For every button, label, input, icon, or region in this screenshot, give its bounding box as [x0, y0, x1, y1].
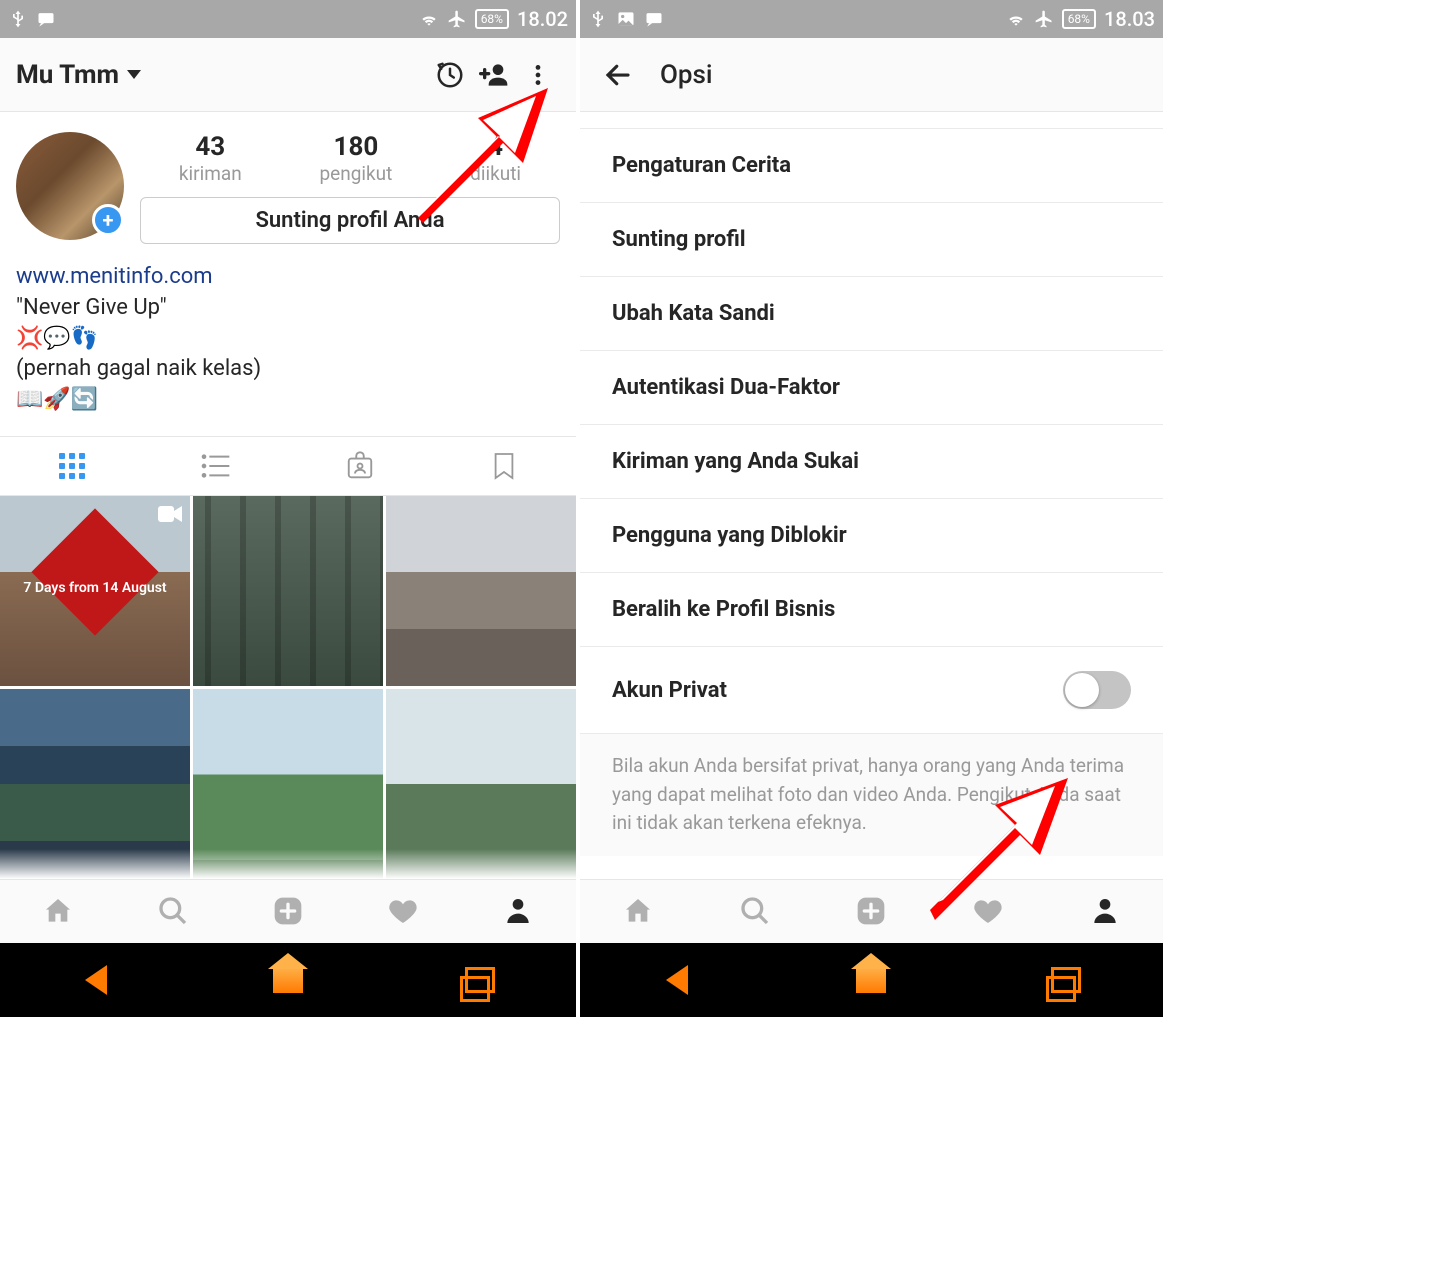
status-bar: 68% 18.02 [0, 0, 576, 38]
add-friend-icon[interactable] [472, 53, 516, 97]
tab-add[interactable] [230, 880, 345, 943]
tab-search[interactable] [697, 880, 814, 943]
more-menu-icon[interactable] [516, 53, 560, 97]
android-navbar [0, 943, 576, 1017]
airplane-icon [1034, 9, 1054, 29]
tagged-icon [345, 451, 375, 481]
nav-back[interactable] [580, 943, 774, 1017]
option-liked-posts[interactable]: Kiriman yang Anda Sukai [580, 425, 1163, 499]
option-business-profile[interactable]: Beralih ke Profil Bisnis [580, 573, 1163, 647]
photo-grid: 7 Days from 14 August [0, 496, 576, 879]
bbm-icon [644, 9, 664, 29]
tab-profile[interactable] [1046, 880, 1163, 943]
grid-icon [59, 453, 85, 479]
wifi-icon [1006, 9, 1026, 29]
archive-icon[interactable] [428, 53, 472, 97]
post-thumbnail[interactable] [193, 496, 383, 686]
tab-list[interactable] [144, 437, 288, 495]
post-thumbnail[interactable] [386, 496, 576, 686]
wifi-icon [419, 9, 439, 29]
option-story-settings[interactable]: Pengaturan Cerita [580, 128, 1163, 203]
tab-activity[interactable] [930, 880, 1047, 943]
add-story-badge[interactable]: + [92, 204, 124, 236]
option-two-factor[interactable]: Autentikasi Dua-Faktor [580, 351, 1163, 425]
stat-posts[interactable]: 43 kiriman [179, 132, 242, 185]
tab-home[interactable] [580, 880, 697, 943]
back-button[interactable] [596, 53, 640, 97]
airplane-icon [447, 9, 467, 29]
tab-home[interactable] [0, 880, 115, 943]
nav-home[interactable] [192, 943, 384, 1017]
bottom-tabbar [0, 879, 576, 943]
option-private-account: Akun Privat [580, 647, 1163, 734]
page-title: Opsi [660, 60, 713, 90]
tab-activity[interactable] [346, 880, 461, 943]
option-blocked-users[interactable]: Pengguna yang Diblokir [580, 499, 1163, 573]
nav-back[interactable] [0, 943, 192, 1017]
tab-add[interactable] [813, 880, 930, 943]
bottom-tabbar [580, 879, 1163, 943]
option-edit-profile[interactable]: Sunting profil [580, 203, 1163, 277]
usb-icon [8, 9, 28, 29]
tab-tagged[interactable] [288, 437, 432, 495]
stat-following[interactable]: 4 diikuti [470, 132, 521, 185]
phone-right-options: 68% 18.03 Opsi Pengaturan Cerita Sunting… [580, 0, 1163, 1017]
chevron-down-icon [127, 70, 141, 79]
private-account-toggle[interactable] [1063, 671, 1131, 709]
edit-profile-button[interactable]: Sunting profil Anda [140, 197, 560, 244]
bio-section: www.menitinfo.com "Never Give Up" 💢💬👣 (p… [0, 254, 576, 436]
clock: 18.03 [1104, 7, 1155, 31]
username-dropdown[interactable]: Mu Tmm [16, 60, 141, 90]
battery-indicator: 68% [475, 9, 509, 29]
tab-saved[interactable] [432, 437, 576, 495]
clock: 18.02 [517, 7, 568, 31]
status-bar: 68% 18.03 [580, 0, 1163, 38]
nav-recent[interactable] [969, 943, 1163, 1017]
options-toolbar: Opsi [580, 38, 1163, 112]
usb-icon [588, 9, 608, 29]
nav-home[interactable] [774, 943, 968, 1017]
image-icon [616, 9, 636, 29]
tab-profile[interactable] [461, 880, 576, 943]
stat-followers[interactable]: 180 pengikut [320, 132, 393, 185]
android-navbar [580, 943, 1163, 1017]
bbm-icon [36, 9, 56, 29]
list-icon [200, 452, 232, 480]
bookmark-icon [492, 451, 516, 481]
post-thumbnail[interactable]: 7 Days from 14 August [0, 496, 190, 686]
battery-indicator: 68% [1062, 9, 1096, 29]
option-change-password[interactable]: Ubah Kata Sandi [580, 277, 1163, 351]
private-account-description: Bila akun Anda bersifat privat, hanya or… [580, 734, 1163, 856]
profile-toolbar: Mu Tmm [0, 38, 576, 112]
tab-grid[interactable] [0, 437, 144, 495]
nav-recent[interactable] [384, 943, 576, 1017]
bio-link[interactable]: www.menitinfo.com [16, 262, 560, 293]
video-icon [158, 504, 182, 524]
options-list: Pengaturan Cerita Sunting profil Ubah Ka… [580, 112, 1163, 879]
avatar[interactable]: + [16, 132, 124, 240]
phone-left-profile: 68% 18.02 Mu Tmm + 43 [0, 0, 580, 1017]
tab-search[interactable] [115, 880, 230, 943]
